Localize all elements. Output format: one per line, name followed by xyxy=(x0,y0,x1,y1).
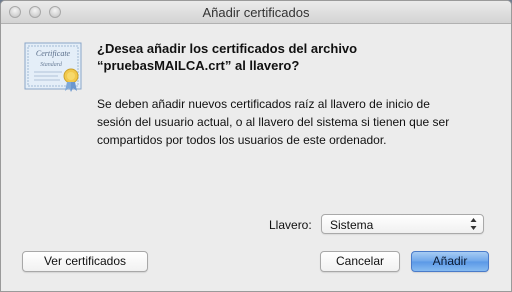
up-down-arrows-icon xyxy=(470,218,477,230)
dialog-heading-line-2: “pruebasMAILCA.crt” al llavero? xyxy=(97,58,300,73)
dialog-heading-line-1: ¿Desea añadir los certificados del archi… xyxy=(97,41,358,56)
dialog-message-line-2: sesión del usuario actual, o al llavero … xyxy=(97,115,450,129)
keychain-select[interactable]: Sistema xyxy=(321,214,484,234)
add-button[interactable]: Añadir xyxy=(411,251,489,272)
add-certificates-dialog: Añadir certificados Certificate Standard… xyxy=(0,0,512,292)
certificate-icon-title: Certificate xyxy=(36,49,71,58)
window-title: Añadir certificados xyxy=(202,5,310,20)
dialog-message: Se deben añadir nuevos certificados raíz… xyxy=(97,95,497,149)
title-bar: Añadir certificados xyxy=(1,1,511,24)
dialog-message-line-3: compartidos por todos los usuarios de es… xyxy=(97,133,387,147)
keychain-selected-value: Sistema xyxy=(330,218,374,232)
view-certificates-button[interactable]: Ver certificados xyxy=(22,251,148,272)
keychain-label: Llavero: xyxy=(269,218,312,232)
dialog-heading: ¿Desea añadir los certificados del archi… xyxy=(97,40,497,74)
dialog-message-line-1: Se deben añadir nuevos certificados raíz… xyxy=(97,97,430,111)
cancel-button[interactable]: Cancelar xyxy=(320,251,400,272)
certificate-icon: Certificate Standard xyxy=(24,42,82,92)
certificate-icon-subtitle: Standard xyxy=(40,62,63,68)
